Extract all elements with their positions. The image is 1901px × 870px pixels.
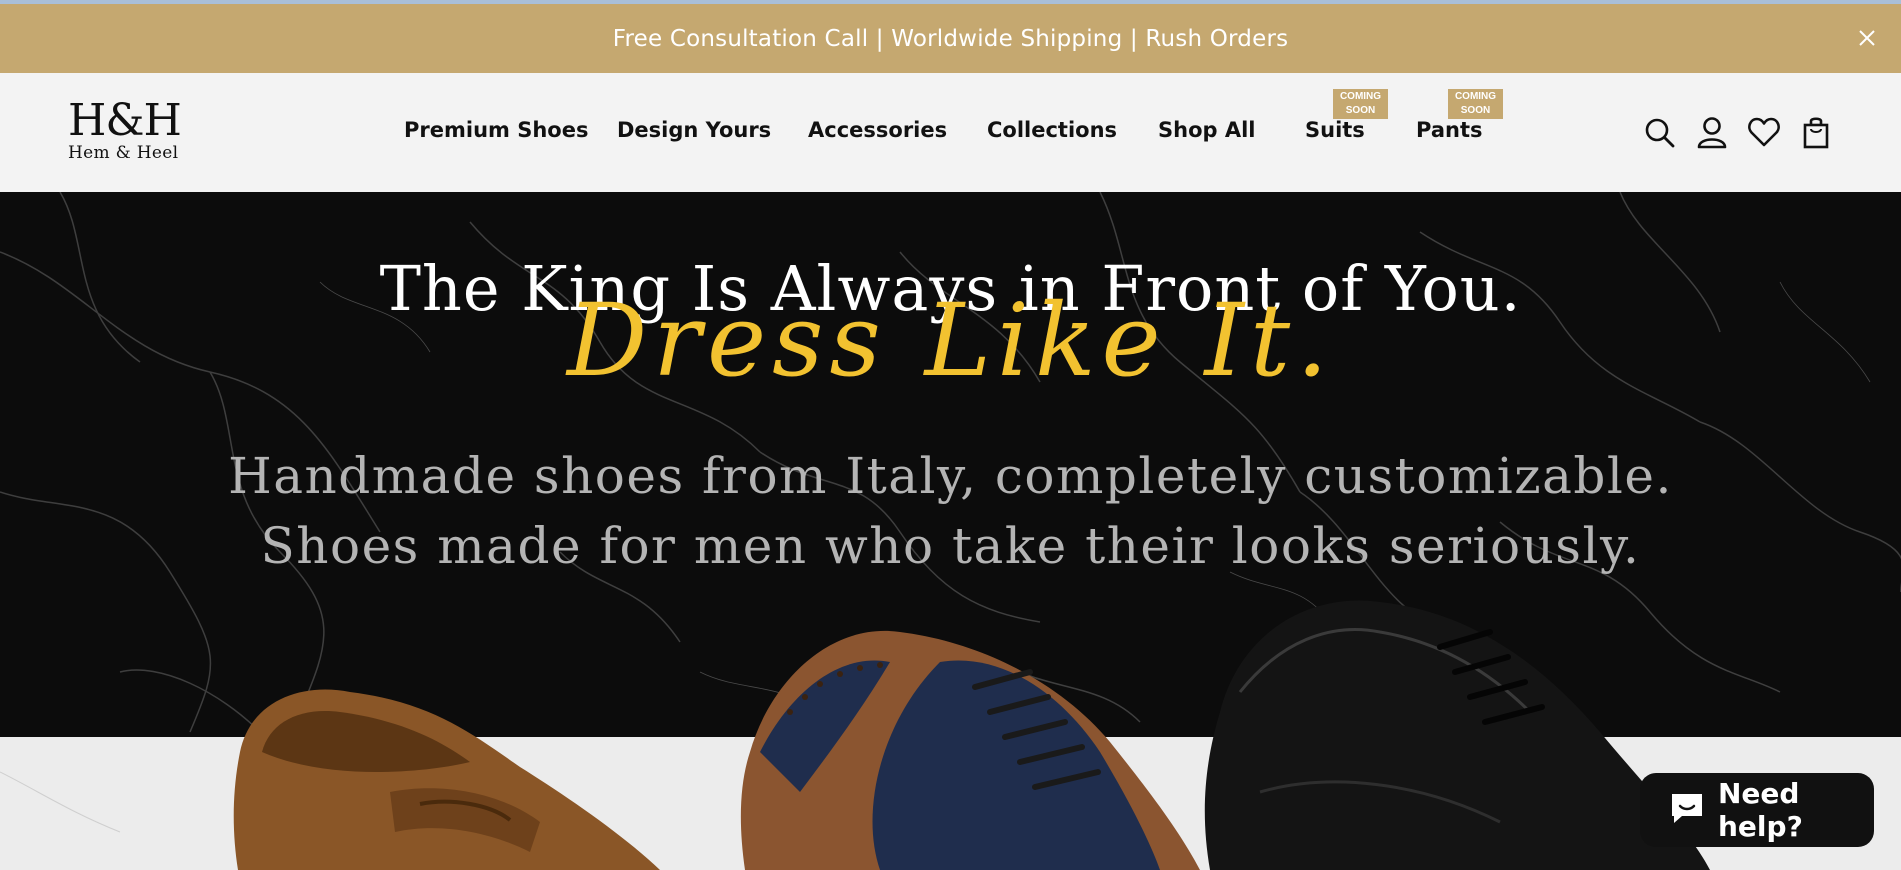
badge-line-1: COMING (1454, 91, 1497, 102)
coming-soon-badge: COMING SOON (1333, 89, 1388, 119)
nav-item-shop-all[interactable]: Shop All (1158, 118, 1256, 142)
nav-item-suits[interactable]: Suits (1305, 118, 1365, 142)
account-icon[interactable] (1695, 115, 1729, 149)
logo-mark: H&H (68, 95, 182, 146)
nav-item-accessories[interactable]: Accessories (808, 118, 947, 142)
badge-line-2: SOON (1460, 105, 1491, 116)
hero-banner: The King Is Always in Front of You. Dres… (0, 192, 1901, 870)
logo-subtitle: Hem & Heel (68, 143, 179, 163)
cart-bag-icon[interactable] (1799, 115, 1833, 149)
chat-bubble-icon (1668, 790, 1706, 831)
hero-script-headline: Dress Like It. (566, 282, 1334, 399)
hero-subtext-line-1: Handmade shoes from Italy, completely cu… (228, 447, 1673, 505)
nav-item-collections[interactable]: Collections (987, 118, 1117, 142)
nav-item-design-yours[interactable]: Design Yours (617, 118, 771, 142)
site-header: H&H Hem & Heel Premium Shoes Design Your… (0, 73, 1901, 192)
brand-logo[interactable]: H&H Hem & Heel (68, 95, 188, 164)
nav-item-pants[interactable]: Pants (1416, 118, 1483, 142)
nav-item-premium-shoes[interactable]: Premium Shoes (404, 118, 588, 142)
need-help-chat-button[interactable]: Need help? (1640, 773, 1874, 847)
announcement-text: Free Consultation Call | Worldwide Shipp… (612, 25, 1289, 52)
wishlist-heart-icon[interactable] (1747, 115, 1781, 149)
close-icon[interactable] (1855, 26, 1879, 50)
coming-soon-badge: COMING SOON (1448, 89, 1503, 119)
announcement-bar: Free Consultation Call | Worldwide Shipp… (0, 4, 1901, 73)
chat-label: Need help? (1718, 777, 1803, 843)
search-icon[interactable] (1642, 115, 1676, 149)
hero-subtext-line-2: Shoes made for men who take their looks … (260, 517, 1641, 575)
badge-line-1: COMING (1339, 91, 1382, 102)
badge-line-2: SOON (1345, 105, 1376, 116)
